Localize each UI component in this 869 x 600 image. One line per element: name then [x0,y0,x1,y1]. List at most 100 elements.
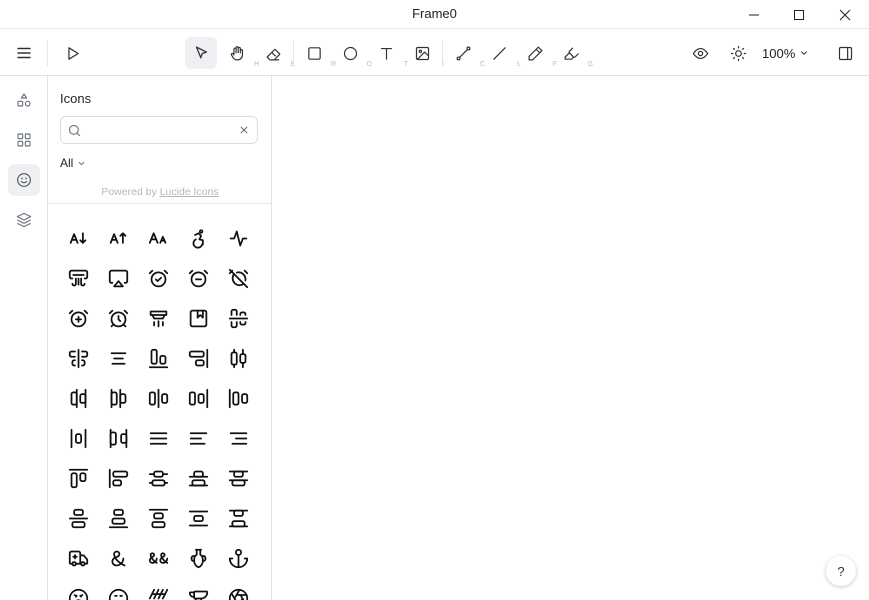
icon-item-align-horizontal-distribute-end[interactable] [58,378,98,418]
toolbar: H E R O T I C L F G 100% [0,29,869,76]
icon-item-align-start-vertical[interactable] [98,458,138,498]
icon-item-align-horizontal-justify-end[interactable] [178,378,218,418]
icon-item-antenna[interactable] [138,578,178,600]
icon-item-amphora[interactable] [178,538,218,578]
ellipse-icon [343,46,357,60]
icon-item-a-large-small[interactable] [138,218,178,258]
icon-item-align-vertical-distribute-end[interactable] [178,458,218,498]
play-button[interactable] [56,37,88,69]
icon-item-align-vertical-space-around[interactable] [178,498,218,538]
icon-item-align-center-horizontal[interactable] [218,298,258,338]
align-justify-icon [149,431,167,445]
theme-button[interactable] [722,37,754,69]
icon-item-activity[interactable] [218,218,258,258]
icon-item-align-vertical-justify-start[interactable] [138,498,178,538]
icon-item-align-left[interactable] [178,418,218,458]
align-vertical-justify-end-icon [108,508,128,528]
icon-item-align-center-vertical[interactable] [58,338,98,378]
icon-item-align-horizontal-space-between[interactable] [98,418,138,458]
panel-title: Icons [60,91,92,106]
eraser-icon [266,48,280,60]
icon-item-airplay[interactable] [98,258,138,298]
tool-rectangle[interactable]: R [298,37,336,69]
icon-item-alarm-clock-off[interactable] [218,258,258,298]
icon-item-align-vertical-distribute-center[interactable] [138,458,178,498]
category-filter[interactable]: All [60,156,86,170]
ampersand-icon [111,550,125,566]
tool-highlighter[interactable]: G [555,37,593,69]
tool-ellipse[interactable]: O [334,37,372,69]
rail-components[interactable] [8,124,40,156]
icon-item-align-horizontal-distribute-center[interactable] [218,338,258,378]
rail-layers[interactable] [8,204,40,236]
rail-shapes[interactable] [8,84,40,116]
icon-item-ampersand[interactable] [98,538,138,578]
icon-item-anvil[interactable] [178,578,218,600]
icon-item-align-horizontal-justify-center[interactable] [138,378,178,418]
close-button[interactable] [822,0,868,29]
tool-pencil[interactable]: F [519,37,557,69]
annoyed-icon [108,588,128,600]
icon-item-a-arrow-down[interactable] [58,218,98,258]
icon-item-album[interactable] [178,298,218,338]
tool-image[interactable]: I [406,37,444,69]
lucide-link[interactable]: Lucide Icons [160,186,219,198]
icon-item-align-end-vertical[interactable] [178,338,218,378]
tool-eraser[interactable]: E [257,37,295,69]
airplay-icon [108,269,128,287]
icon-item-align-justify[interactable] [138,418,178,458]
icon-item-alarm-clock-plus[interactable] [58,298,98,338]
alarm-clock-off-icon [228,268,248,288]
icon-item-align-horizontal-justify-start[interactable] [218,378,258,418]
menu-button[interactable] [8,37,40,69]
icon-item-align-vertical-distribute-start[interactable] [218,458,258,498]
icon-item-align-center[interactable] [98,338,138,378]
icon-item-ambulance[interactable] [58,538,98,578]
icon-item-align-right[interactable] [218,418,258,458]
icon-item-align-vertical-space-between[interactable] [218,498,258,538]
zoom-value: 100% [762,45,796,61]
toggle-panel-button[interactable] [829,37,861,69]
tool-connector[interactable]: C [447,37,485,69]
layers-icon [16,212,32,228]
maximize-button[interactable] [776,0,822,29]
icon-item-alarm-clock-minus[interactable] [178,258,218,298]
icon-item-angry[interactable] [58,578,98,600]
tool-select[interactable] [185,37,217,69]
title-bar: Frame0 [0,0,869,29]
search-icon [68,124,81,137]
tool-hand[interactable]: H [221,37,259,69]
icon-item-align-vertical-justify-end[interactable] [98,498,138,538]
zoom-dropdown[interactable]: 100% [762,37,809,69]
icon-item-anchor[interactable] [218,538,258,578]
icon-item-align-horizontal-space-around[interactable] [58,418,98,458]
air-vent-icon [68,269,88,286]
help-label: ? [837,563,845,579]
alarm-clock-plus-icon [68,309,88,327]
icon-item-ampersands[interactable] [138,538,178,578]
preview-button[interactable] [684,37,716,69]
help-button[interactable]: ? [826,556,856,586]
icon-item-align-end-horizontal[interactable] [138,338,178,378]
canvas[interactable] [272,76,869,600]
tool-text[interactable]: T [370,37,408,69]
rail-icons[interactable] [8,164,40,196]
tool-line[interactable]: L [483,37,521,69]
search-input[interactable] [87,121,237,139]
icon-item-alarm-smoke[interactable] [138,298,178,338]
icon-item-a-arrow-up[interactable] [98,218,138,258]
divider [293,40,294,66]
align-horizontal-space-around-icon [70,428,86,448]
icon-item-alarm-clock[interactable] [98,298,138,338]
align-vertical-space-between-icon [228,509,248,527]
minimize-button[interactable] [731,0,777,29]
icon-item-aperture[interactable] [218,578,258,600]
icon-item-air-vent[interactable] [58,258,98,298]
icon-item-align-vertical-justify-center[interactable] [58,498,98,538]
icon-item-align-start-horizontal[interactable] [58,458,98,498]
icon-item-alarm-clock-check[interactable] [138,258,178,298]
icon-item-align-horizontal-distribute-start[interactable] [98,378,138,418]
icon-item-accessibility[interactable] [178,218,218,258]
clear-icon[interactable] [239,125,249,135]
icon-item-annoyed[interactable] [98,578,138,600]
